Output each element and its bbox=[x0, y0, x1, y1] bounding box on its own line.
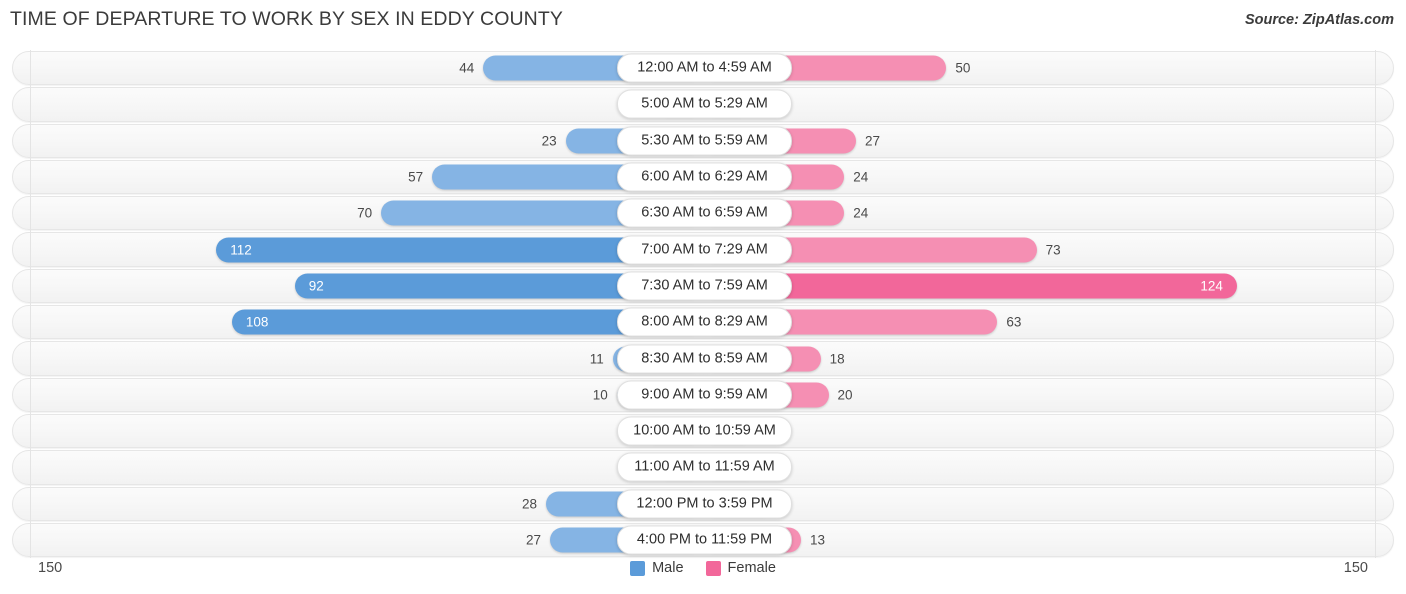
bar-value-female: 24 bbox=[853, 169, 869, 185]
bar-row: 70 24 6:30 AM to 6:59 AM bbox=[0, 195, 1406, 232]
legend-swatch-male-icon bbox=[630, 560, 646, 576]
bar-row: 57 24 6:00 AM to 6:29 AM bbox=[0, 158, 1406, 196]
bar-row: 28612:00 PM to 3:59 PM bbox=[0, 485, 1406, 522]
bar-value-male: 108 bbox=[245, 314, 269, 330]
category-label-pill[interactable]: 8:30 AM to 8:59 AM bbox=[617, 344, 792, 374]
legend-swatch-female-icon bbox=[705, 560, 721, 576]
bar-row: 23 27 5:30 AM to 5:59 AM bbox=[0, 122, 1406, 159]
bar-value-male: 28 bbox=[522, 496, 538, 512]
bar-row: 44 50 12:00 AM to 4:59 AM bbox=[0, 50, 1406, 87]
bar-row: 112 73 7:00 AM to 7:29 AM bbox=[0, 231, 1406, 268]
category-label-pill[interactable]: 5:00 AM to 5:29 AM bbox=[617, 89, 792, 119]
category-label-pill[interactable]: 11:00 AM to 11:59 AM bbox=[617, 452, 792, 482]
bar-value-male: 23 bbox=[541, 133, 557, 149]
bar-value-male: 112 bbox=[230, 242, 252, 258]
bar-row: 27 13 4:00 PM to 11:59 PM bbox=[0, 521, 1406, 559]
bar-value-male: 70 bbox=[357, 205, 373, 221]
bar-rows-container: 44 50 12:00 AM to 4:59 AM005:00 AM to 5:29… bbox=[0, 50, 1406, 559]
category-label-pill[interactable]: 7:30 AM to 7:59 AM bbox=[617, 271, 792, 301]
bar-row: 005:00 AM to 5:29 AM bbox=[0, 86, 1406, 123]
bar-row: 92 124 7:30 AM to 7:59 AM bbox=[0, 267, 1406, 305]
category-label-pill[interactable]: 4:00 PM to 11:59 PM bbox=[617, 525, 792, 555]
bar-value-male: 44 bbox=[459, 60, 475, 76]
bar-value-male: 27 bbox=[525, 532, 541, 548]
category-label-pill[interactable]: 12:00 AM to 4:59 AM bbox=[617, 53, 792, 83]
bar-value-female: 18 bbox=[829, 351, 845, 367]
legend: Male Female bbox=[0, 560, 1406, 576]
source-attribution: Source: ZipAtlas.com bbox=[1244, 12, 1394, 28]
category-label-pill[interactable]: 7:00 AM to 7:29 AM bbox=[617, 235, 792, 265]
bar-value-female: 63 bbox=[1006, 314, 1022, 330]
bar-value-female: 24 bbox=[853, 205, 869, 221]
bar-value-male: 57 bbox=[408, 169, 424, 185]
bar-value-female: 27 bbox=[865, 133, 881, 149]
category-label-pill[interactable]: 8:00 AM to 8:29 AM bbox=[617, 307, 792, 337]
bar-row: 108 63 8:00 AM to 8:29 AM bbox=[0, 304, 1406, 341]
bar-value-female: 20 bbox=[837, 387, 853, 403]
bar-value-female: 13 bbox=[810, 532, 826, 548]
page-title: TIME OF DEPARTURE TO WORK BY SEX IN EDDY… bbox=[10, 8, 563, 30]
bar-value-male: 92 bbox=[308, 278, 324, 294]
legend-label-male: Male bbox=[652, 560, 684, 576]
category-label-pill[interactable]: 12:00 PM to 3:59 PM bbox=[617, 489, 792, 519]
legend-label-female: Female bbox=[727, 560, 776, 576]
category-label-pill[interactable]: 9:00 AM to 9:59 AM bbox=[617, 380, 792, 410]
bar-value-female: 73 bbox=[1045, 242, 1061, 258]
bar-value-male: 10 bbox=[592, 387, 608, 403]
category-label-pill[interactable]: 6:30 AM to 6:59 AM bbox=[617, 198, 792, 228]
category-label-pill[interactable]: 6:00 AM to 6:29 AM bbox=[617, 162, 792, 192]
bar-row: 0211:00 AM to 11:59 AM bbox=[0, 449, 1406, 486]
chart-footer: 150 150 Male Female bbox=[0, 556, 1406, 590]
bar-value-male: 11 bbox=[589, 351, 604, 367]
bar-value-female: 50 bbox=[955, 60, 971, 76]
bar-row: 10 20 9:00 AM to 9:59 AM bbox=[0, 376, 1406, 413]
category-label-pill[interactable]: 5:30 AM to 5:59 AM bbox=[617, 126, 792, 156]
bar-row: 3110:00 AM to 10:59 AM bbox=[0, 412, 1406, 450]
bar-row: 11 18 8:30 AM to 8:59 AM bbox=[0, 340, 1406, 377]
category-label-pill[interactable]: 10:00 AM to 10:59 AM bbox=[617, 416, 792, 446]
bar-value-female: 124 bbox=[1200, 278, 1223, 294]
legend-item-female[interactable]: Female bbox=[705, 560, 776, 576]
legend-item-male[interactable]: Male bbox=[630, 560, 684, 576]
